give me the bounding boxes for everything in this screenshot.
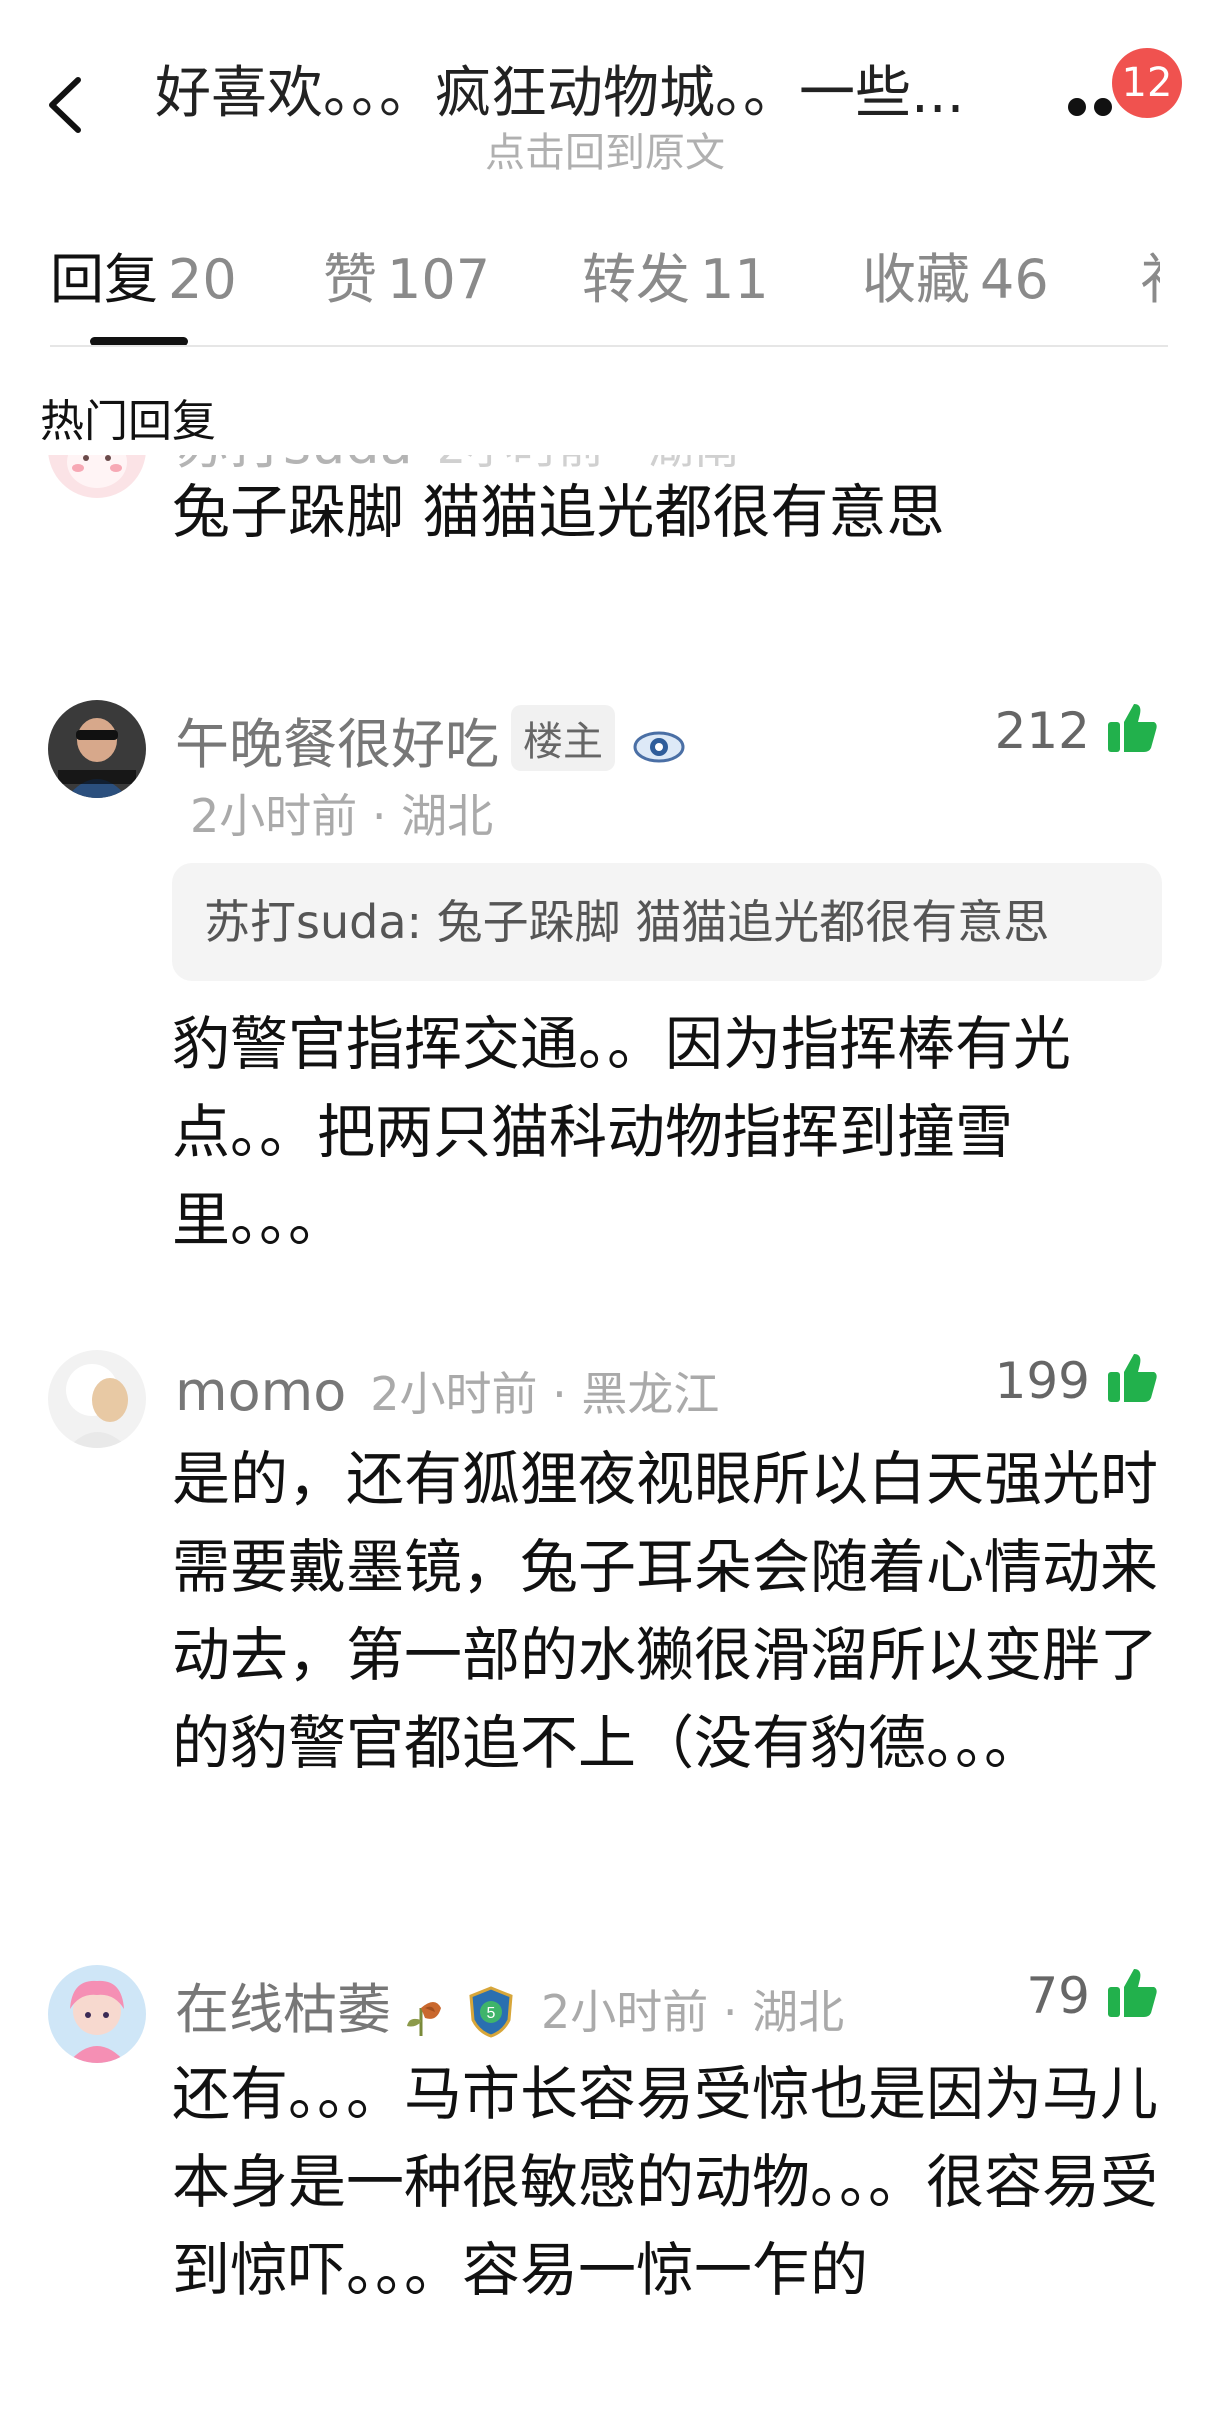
tab-reposts[interactable]: 转发 11 [582,235,769,314]
timestamp: 2小时前 · 黑龙江 [370,1367,720,1421]
post-title[interactable]: 好喜欢。。。疯狂动物城。。一些... [155,48,1055,129]
like-count: 199 [994,1352,1090,1410]
comment-time-row: 2小时前 · 湖北 [190,780,493,846]
like-button[interactable]: 212 [995,700,1160,760]
like-button[interactable]: 79 [1026,1965,1160,2025]
avatar[interactable] [48,1350,146,1448]
username[interactable]: 在线枯萎 [175,1978,391,2041]
tab-label: 转发 [582,248,690,311]
eye-badge-icon [633,731,685,763]
tab-favorites[interactable]: 收藏 46 [862,235,1049,314]
tab-count: 46 [980,248,1049,311]
comment-text: 还有。。。马市长容易受惊也是因为马儿本身是一种很敏感的动物。。。很容易受到惊吓。… [172,2060,1159,2304]
timestamp: 2小时前 · 湖北 [190,789,494,843]
like-button[interactable]: 199 [995,1350,1160,1410]
avatar-image [48,455,146,498]
svg-text:5: 5 [487,2005,496,2022]
avatar[interactable] [48,1965,146,2063]
comment-text: 豹警官指挥交通。。因为指挥棒有光点。。把两只猫科动物指挥到撞雪里。。。 [172,1010,1072,1254]
avatar-image [48,1965,146,2063]
tab-bar: 回复20 赞107 转发11 收藏46 礼 [0,235,1218,345]
comment-meta: 在线枯萎 5 2小时前 · 湖北 [175,1965,844,2044]
tab-count: 20 [168,248,237,311]
tab-replies[interactable]: 回复 20 [50,235,237,314]
list-item: 在线枯萎 5 2小时前 · 湖北 79 还有。。。马市长容易受惊也是因为马儿本身是一… [0,1965,1218,2415]
thumbs-up-icon [1104,455,1160,458]
tab-label: 收藏 [862,248,970,311]
tab-label: 回复 [50,248,158,311]
back-to-original-link[interactable]: 点击回到原文 [485,120,725,178]
back-button[interactable] [36,60,96,150]
wilted-flower-icon [407,2002,441,2036]
quoted-reply[interactable]: 苏打suda: 兔子跺脚 猫猫追光都很有意思 [172,863,1162,981]
comment-text: 是的，还有狐狸夜视眼所以白天强光时需要戴墨镜，兔子耳朵会随着心情动来动去，第一部… [172,1445,1159,1777]
comment-meta: 午晚餐很好吃 楼主 [175,700,685,779]
comment-list[interactable]: 苏打suda2小时前 · 湖南 270 兔子跺脚 猫猫追光都很有意思 午晚餐很好… [0,455,1218,2415]
avatar-image [48,1350,146,1448]
like-count: 212 [994,702,1090,760]
level-shield-icon: 5 [469,1986,513,2038]
more-dots-icon [1068,98,1086,116]
notification-badge[interactable]: 12 [1112,48,1182,118]
list-item: 苏打suda2小时前 · 湖南 270 兔子跺脚 猫猫追光都很有意思 [0,455,1218,580]
list-item: 午晚餐很好吃 楼主 212 2小时前 · 湖北 苏打suda: 兔子跺脚 猫猫追光… [0,700,1218,1254]
tab-gifts[interactable]: 礼 [1140,235,1160,314]
tab-likes[interactable]: 赞 107 [323,235,490,314]
chevron-left-icon [49,77,81,133]
tab-count: 107 [387,248,491,311]
username[interactable]: momo [175,1360,346,1423]
op-badge: 楼主 [511,705,615,771]
comment-meta: momo 2小时前 · 黑龙江 [175,1358,719,1424]
tab-label: 礼 [1140,248,1160,311]
more-dot [1094,98,1112,116]
thumbs-up-icon [1108,1354,1157,1402]
divider [50,345,1168,347]
like-count: 270 [995,455,1090,462]
comment-text: 兔子跺脚 猫猫追光都很有意思 [172,478,945,546]
section-title: 热门回复 [40,396,216,447]
timestamp: 2小时前 · 湖北 [541,1985,845,2039]
thumbs-up-icon [1108,704,1157,752]
username[interactable]: 午晚餐很好吃 [175,713,499,776]
tab-label: 赞 [323,248,377,311]
like-count: 79 [1026,1967,1090,2025]
top-bar: 好喜欢。。。疯狂动物城。。一些... 点击回到原文 12 [0,0,1218,200]
list-item: momo 2小时前 · 黑龙江 199 是的，还有狐狸夜视眼所以白天强光时需要戴墨… [0,1350,1218,1850]
thumbs-up-icon [1108,1969,1157,2017]
tab-count: 11 [700,248,769,311]
avatar[interactable] [48,700,146,798]
like-button[interactable]: 270 [995,455,1160,462]
avatar[interactable] [48,455,146,498]
avatar-image [48,700,146,798]
